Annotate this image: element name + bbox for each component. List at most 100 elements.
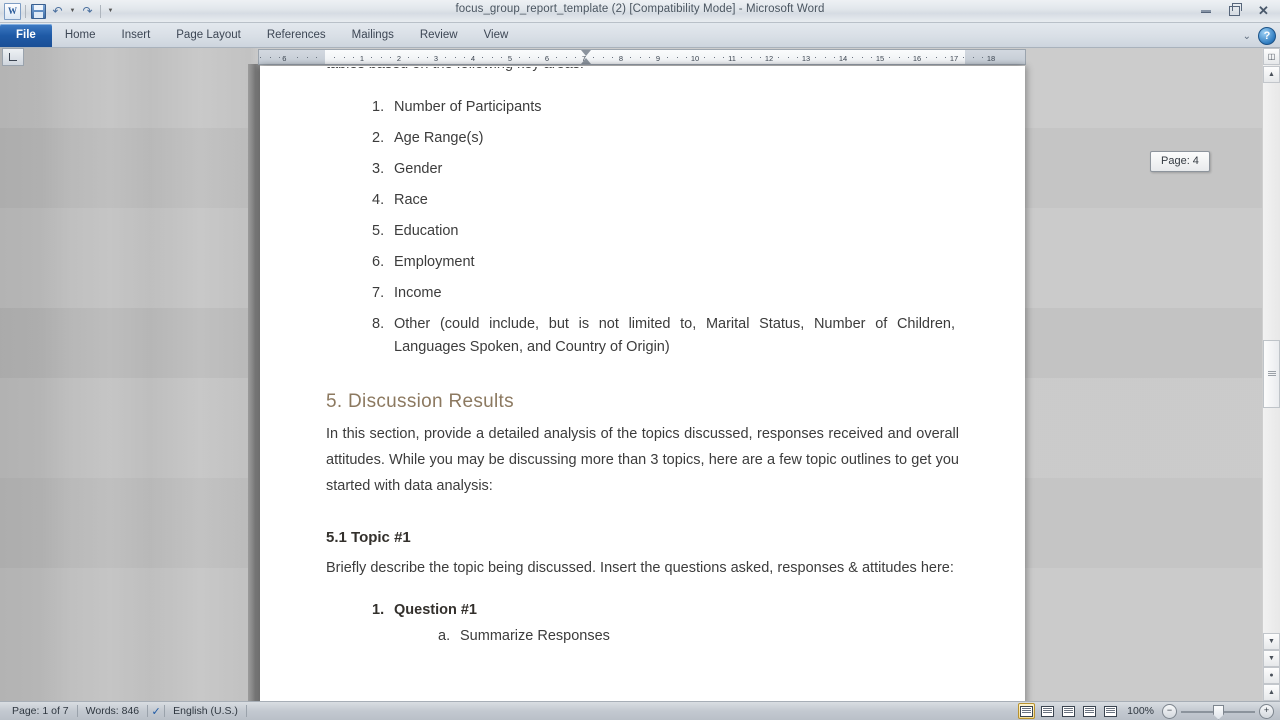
minimize-icon <box>1200 9 1211 13</box>
ruler-tick <box>667 57 669 58</box>
restore-button[interactable] <box>1220 1 1249 20</box>
section-paragraph: In this section, provide a detailed anal… <box>326 426 959 494</box>
double-chevron-up-icon: ▲ <box>1268 689 1275 696</box>
ruler-tick <box>500 57 502 58</box>
select-browse-object-button[interactable]: ● <box>1263 667 1280 684</box>
view-outline-button[interactable] <box>1081 703 1098 719</box>
language-status[interactable]: English (U.S.) <box>165 703 246 719</box>
close-button[interactable]: ✕ <box>1249 1 1278 20</box>
tab-view[interactable]: View <box>471 24 522 47</box>
list-number: 1. <box>372 99 385 115</box>
previous-page-button[interactable]: ▲ <box>1263 684 1280 701</box>
scroll-up-button[interactable]: ▲ <box>1263 66 1280 83</box>
list-text: Age Range(s) <box>394 130 484 146</box>
zoom-slider-thumb[interactable] <box>1213 704 1224 720</box>
ruler-tick-label: 4 <box>470 54 476 63</box>
list-item: 1. Number of Participants <box>372 96 959 119</box>
view-full-screen-reading-button[interactable] <box>1039 703 1056 719</box>
list-item: 4. Race <box>372 189 959 212</box>
minimize-ribbon-button[interactable]: ⌄ <box>1242 30 1252 43</box>
ruler-tick-label: 12 <box>764 54 774 63</box>
hanging-indent-marker[interactable] <box>581 58 591 64</box>
ruler-tick <box>787 57 789 58</box>
section-heading: 5. Discussion Results <box>326 391 514 412</box>
ruler-tick <box>352 57 354 58</box>
page-count-status[interactable]: Page: 1 of 7 <box>4 703 77 719</box>
ruler-tick <box>685 57 687 58</box>
list-item: 5. Education <box>372 220 959 243</box>
ruler-tick-label: 6 <box>282 54 287 63</box>
ruler-tick <box>861 57 863 58</box>
tab-file[interactable]: File <box>0 24 52 47</box>
tab-home[interactable]: Home <box>52 24 109 47</box>
word-count-status[interactable]: Words: 846 <box>78 703 148 719</box>
zoom-level-label[interactable]: 100% <box>1123 705 1158 717</box>
minimize-button[interactable] <box>1191 1 1220 20</box>
list-item: 2. Age Range(s) <box>372 127 959 150</box>
ruler-tick <box>574 57 576 58</box>
web-layout-icon <box>1062 705 1076 717</box>
zoom-out-button[interactable]: − <box>1162 703 1177 719</box>
draft-icon <box>1104 705 1118 717</box>
status-right-controls: 100% − + <box>1018 703 1276 720</box>
ruler-tick <box>972 57 974 58</box>
ruler-row: 6 1 2 3 4 5 6 7 8 9 10 11 12 13 14 15 16 17 18 <box>0 48 1280 66</box>
list-item: 1. Question #1 a. Summarize Responses <box>372 597 959 649</box>
ruler-tick <box>935 57 937 58</box>
view-draft-button[interactable] <box>1102 703 1119 719</box>
list-text: Other (could include, but is not limited… <box>394 316 955 355</box>
vertical-scrollbar[interactable]: ◫ ▲ ▼ ▼ ● ▲ <box>1262 48 1280 701</box>
ruler-tick <box>815 57 817 58</box>
question-list: 1. Question #1 a. Summarize Responses <box>326 597 959 649</box>
tab-mailings[interactable]: Mailings <box>339 24 407 47</box>
view-web-layout-button[interactable] <box>1060 703 1077 719</box>
zoom-in-button[interactable]: + <box>1259 703 1274 719</box>
ruler-tick <box>833 57 835 58</box>
ruler-tick <box>759 57 761 58</box>
ruler-tick <box>944 57 946 58</box>
list-text: Race <box>394 192 428 208</box>
ruler-tick <box>778 57 780 58</box>
list-number: 8. <box>372 316 385 332</box>
view-ruler-icon: ◫ <box>1267 52 1276 61</box>
ruler-tick <box>565 57 567 58</box>
document-page[interactable]: tables based on the following key areas.… <box>260 66 1025 701</box>
ruler-tick-label: 1 <box>359 54 365 63</box>
full-screen-reading-icon <box>1041 705 1055 717</box>
ruler-tick <box>408 57 410 58</box>
scroll-down-button[interactable]: ▼ <box>1263 633 1280 650</box>
print-layout-icon <box>1020 705 1034 717</box>
word-window: W ↶ ▼ ↷ ▼ focus_group_report_template (2… <box>0 0 1280 720</box>
help-button[interactable]: ? <box>1258 27 1276 45</box>
ruler-tick <box>704 57 706 58</box>
proofing-errors-icon[interactable]: ✓ <box>148 704 164 718</box>
ruler-ticks: 6 1 2 3 4 5 6 7 8 9 10 11 12 13 14 15 16 17 18 <box>259 50 1025 64</box>
scrollbar-thumb[interactable] <box>1263 340 1280 408</box>
tab-insert[interactable]: Insert <box>109 24 164 47</box>
ruler-tick <box>926 57 928 58</box>
zoom-slider[interactable] <box>1181 704 1255 720</box>
view-ruler-button[interactable]: ◫ <box>1263 48 1280 65</box>
list-number: 2. <box>372 130 385 146</box>
next-page-button[interactable]: ▼ <box>1263 650 1280 667</box>
page-left-spine <box>248 64 260 701</box>
first-line-indent-marker[interactable] <box>581 50 591 56</box>
ruler-tick-label: 15 <box>875 54 885 63</box>
tab-references[interactable]: References <box>254 24 339 47</box>
ruler-tick-label: 13 <box>801 54 811 63</box>
document-body[interactable]: 1. Number of Participants 2. Age Range(s) … <box>326 66 959 649</box>
ruler-tick <box>454 57 456 58</box>
subsection-heading: 5.1 Topic #1 <box>326 529 411 546</box>
ruler-tick <box>315 57 317 58</box>
ruler-tick <box>260 57 262 58</box>
tab-review[interactable]: Review <box>407 24 471 47</box>
ruler-tick <box>537 57 539 58</box>
list-text: Income <box>394 285 442 301</box>
horizontal-ruler[interactable]: 6 1 2 3 4 5 6 7 8 9 10 11 12 13 14 15 16 17 18 <box>258 49 1026 65</box>
restore-icon <box>1229 2 1242 16</box>
tab-page-layout[interactable]: Page Layout <box>163 24 254 47</box>
ruler-tick <box>556 57 558 58</box>
tab-stop-selector-button[interactable] <box>2 48 24 66</box>
ruler-tick <box>676 57 678 58</box>
view-print-layout-button[interactable] <box>1018 703 1036 719</box>
